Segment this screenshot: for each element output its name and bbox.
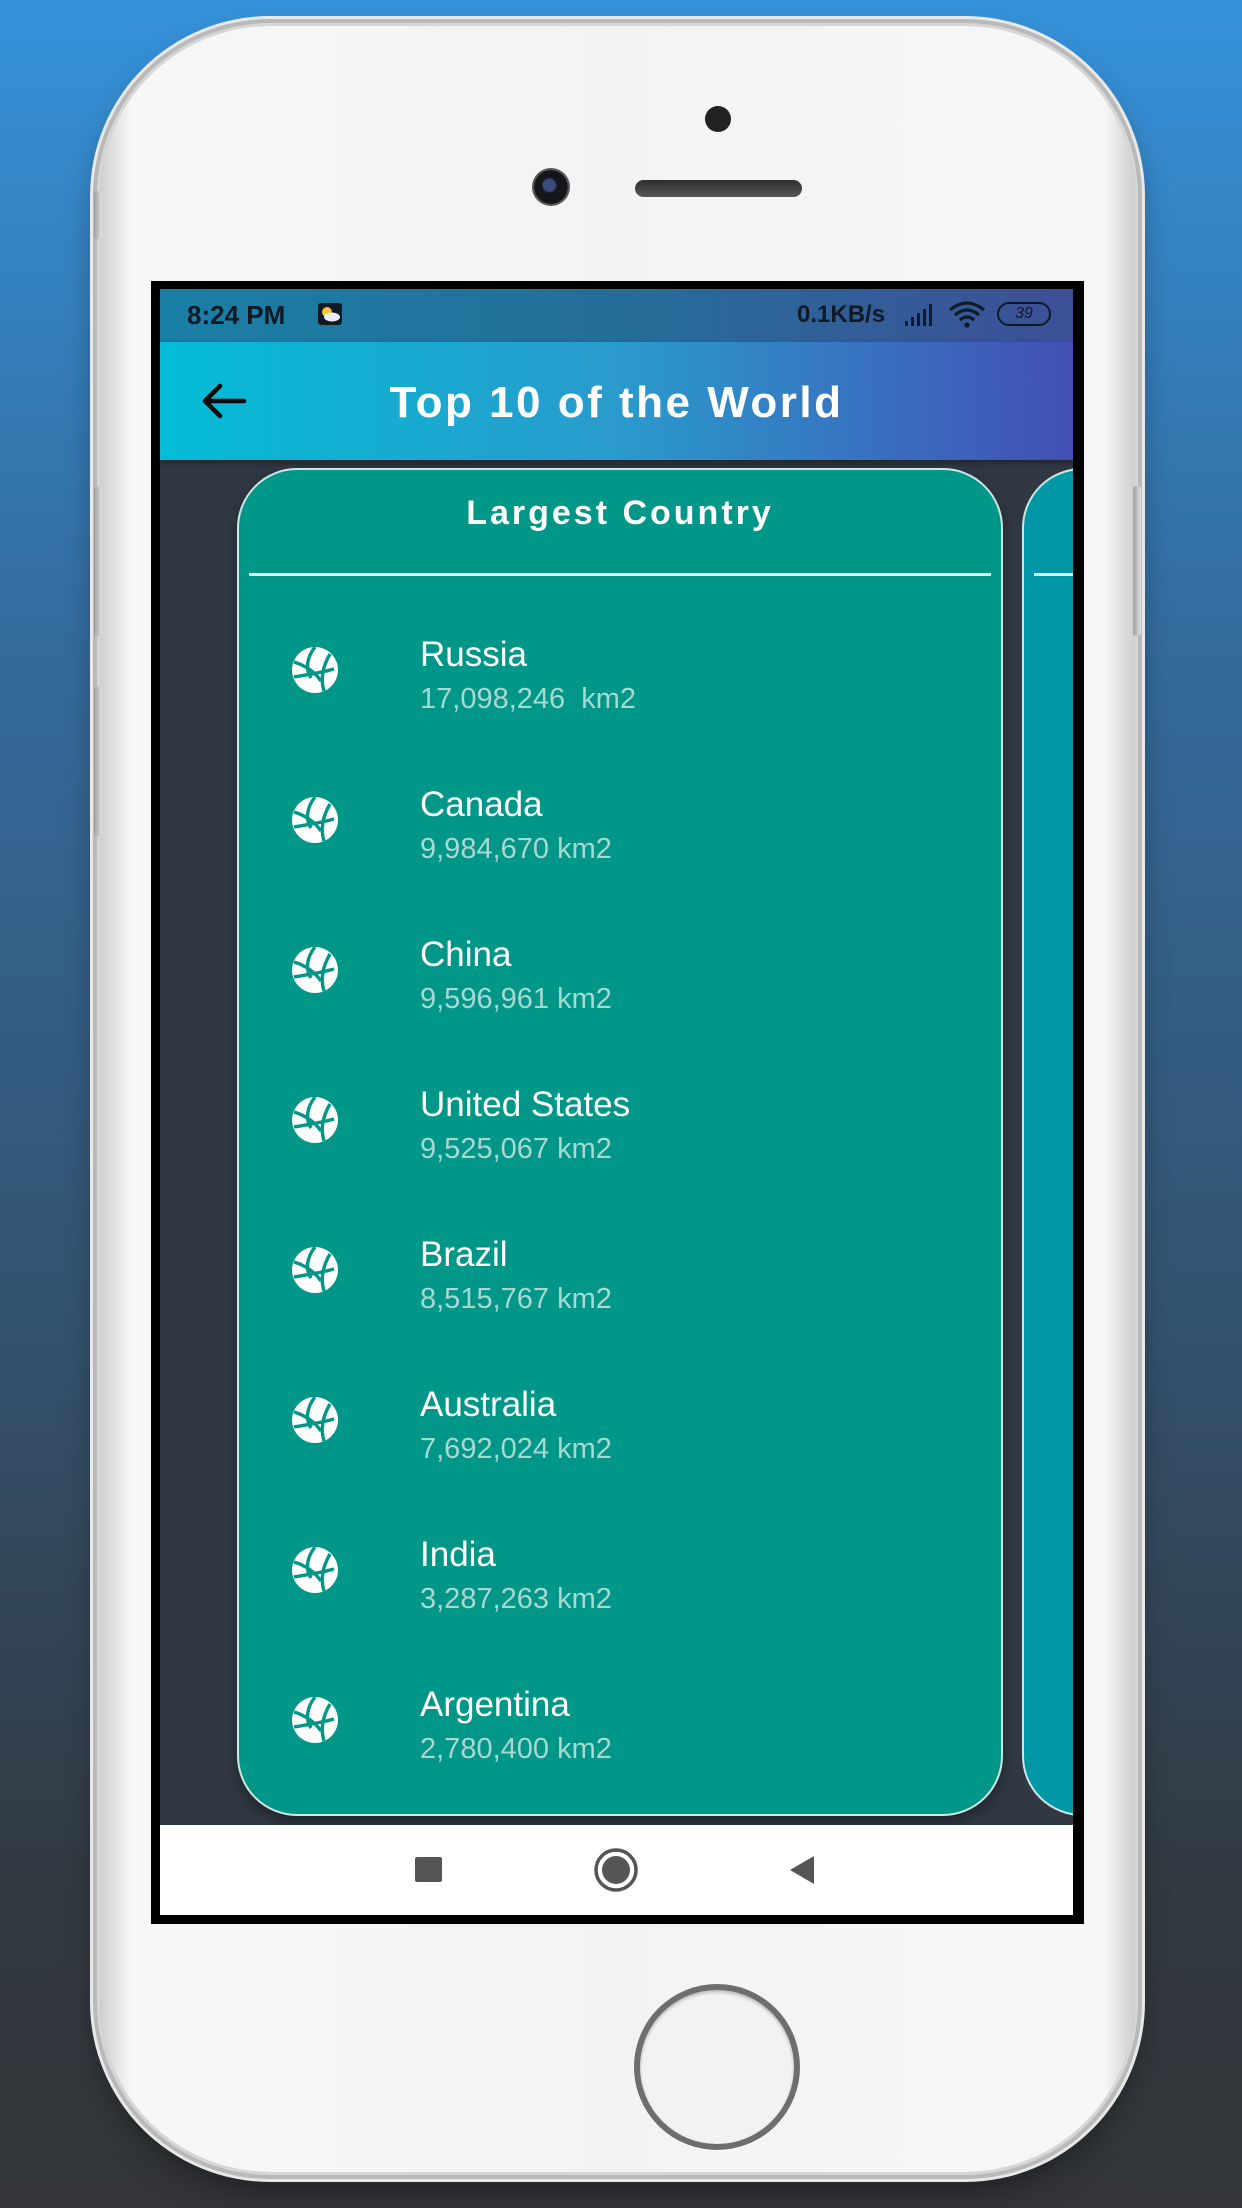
country-name: Australia [420, 1385, 557, 1424]
list-item[interactable]: United States 9,525,067 km2 [239, 1063, 1001, 1213]
volleyball-icon [290, 645, 340, 695]
power-button [1133, 486, 1141, 636]
country-name: India [420, 1535, 496, 1574]
network-speed: 0.1KB/s [797, 301, 886, 328]
next-card-peek[interactable] [1022, 468, 1073, 1816]
country-area: 9,525,067 km2 [420, 1133, 612, 1165]
list-item[interactable]: Canada 9,984,670 km2 [239, 763, 1001, 913]
triangle-back-icon[interactable] [780, 1846, 828, 1894]
silent-switch [94, 191, 102, 239]
country-area: 9,984,670 km2 [420, 833, 612, 865]
country-area: 9,596,961 km2 [420, 983, 612, 1015]
country-name: Argentina [420, 1685, 570, 1724]
country-name: Russia [420, 635, 527, 674]
country-area: 17,098,246 km2 [420, 683, 637, 715]
card-title: Largest Country [466, 494, 774, 532]
country-area: 7,692,024 km2 [420, 1433, 612, 1465]
list-item[interactable]: China 9,596,961 km2 [239, 913, 1001, 1063]
phone-screen: 8:24 PM 0.1KB/s 39 Top 10 of the World L… [151, 281, 1084, 1924]
system-nav-bar [160, 1825, 1073, 1915]
country-area: 3,287,263 km2 [420, 1583, 612, 1615]
list-item[interactable]: Russia 17,098,246 km2 [239, 613, 1001, 763]
app-bar: Top 10 of the World [160, 342, 1073, 460]
country-area: 8,515,767 km2 [420, 1283, 612, 1315]
list-item[interactable]: Australia 7,692,024 km2 [239, 1363, 1001, 1513]
status-bar: 8:24 PM 0.1KB/s 39 [160, 289, 1073, 342]
country-name: Brazil [420, 1235, 508, 1274]
list-item[interactable]: India 3,287,263 km2 [239, 1513, 1001, 1663]
volleyball-icon [290, 1095, 340, 1145]
country-area: 2,780,400 km2 [420, 1733, 612, 1765]
volleyball-icon [290, 795, 340, 845]
volleyball-icon [290, 1695, 340, 1745]
list-item[interactable]: Brazil 8,515,767 km2 [239, 1213, 1001, 1363]
circle-home-icon[interactable] [592, 1846, 640, 1894]
earpiece-speaker [635, 180, 802, 197]
volume-down-button [94, 686, 102, 836]
volleyball-icon [290, 1245, 340, 1295]
status-time: 8:24 PM [187, 300, 286, 330]
cell-signal-icon [905, 304, 932, 326]
battery-indicator: 39 [997, 302, 1051, 326]
volleyball-icon [290, 1545, 340, 1595]
list-item[interactable]: Argentina 2,780,400 km2 [239, 1663, 1001, 1813]
card-divider [1034, 573, 1073, 576]
country-name: Canada [420, 785, 543, 824]
square-recents-icon[interactable] [405, 1846, 453, 1894]
volume-up-button [94, 486, 102, 636]
volleyball-icon [290, 945, 340, 995]
volleyball-icon [290, 1395, 340, 1445]
wifi-icon [948, 301, 986, 328]
largest-country-card[interactable]: Largest Country Russia 17,098,246 km2 Ca… [237, 468, 1003, 1816]
hardware-home-button[interactable] [634, 1984, 800, 2150]
country-name: United States [420, 1085, 631, 1124]
country-name: China [420, 935, 512, 974]
weather-partly-cloudy-icon [318, 303, 342, 325]
card-divider [249, 573, 991, 576]
proximity-sensor [705, 106, 731, 132]
app-display: 8:24 PM 0.1KB/s 39 Top 10 of the World L… [160, 289, 1073, 1915]
front-camera [534, 170, 568, 204]
page-title: Top 10 of the World [389, 378, 844, 427]
